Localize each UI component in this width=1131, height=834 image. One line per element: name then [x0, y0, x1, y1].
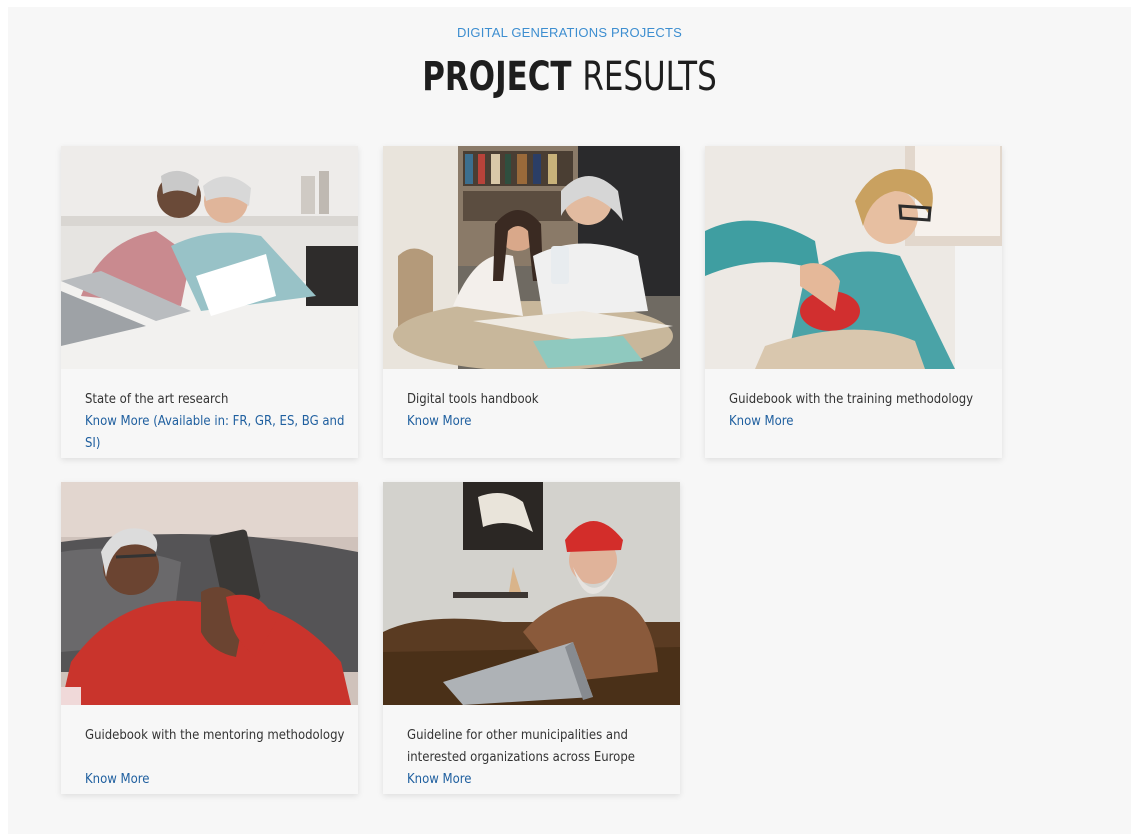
result-card-mentoring-methodology: Guidebook with the mentoring methodology… — [61, 482, 358, 794]
section-eyebrow: DIGITAL GENERATIONS PROJECTS — [457, 25, 682, 40]
know-more-link[interactable]: Know More — [85, 769, 149, 791]
result-card-training-methodology: Guidebook with the training methodology … — [705, 146, 1002, 458]
result-card-state-of-art: State of the art research Know More (Ava… — [61, 146, 358, 458]
know-more-link[interactable]: Know More — [407, 769, 471, 791]
card-photo-grandmother-phone[interactable] — [383, 146, 680, 369]
card-photo-seniors-embracing[interactable] — [61, 146, 358, 369]
title-light: RESULTS — [582, 54, 717, 100]
card-title: Guidebook with the mentoring methodology — [85, 728, 345, 743]
know-more-link[interactable]: Know More — [407, 411, 471, 433]
card-photo-man-tablet[interactable] — [61, 482, 358, 705]
card-title: Digital tools handbook — [407, 392, 539, 407]
card-title: Guidebook with the training methodology — [729, 392, 974, 407]
know-more-link[interactable]: Know More — [729, 411, 793, 433]
project-results-section: DIGITAL GENERATIONS PROJECTS PROJECT RES… — [8, 7, 1131, 834]
result-card-municipalities-guideline: Guideline for other municipalities and i… — [383, 482, 680, 794]
card-title: Guideline for other municipalities and i… — [407, 728, 635, 765]
card-photo-woman-cleaning[interactable] — [705, 146, 1002, 369]
result-card-digital-tools: Digital tools handbook Know More — [383, 146, 680, 458]
page-title: PROJECT RESULTS — [87, 51, 1053, 103]
card-photo-man-laptop[interactable] — [383, 482, 680, 705]
title-strong: PROJECT — [422, 54, 572, 100]
card-title: State of the art research — [85, 392, 229, 407]
know-more-link[interactable]: Know More (Available in: FR, GR, ES, BG … — [85, 411, 358, 455]
